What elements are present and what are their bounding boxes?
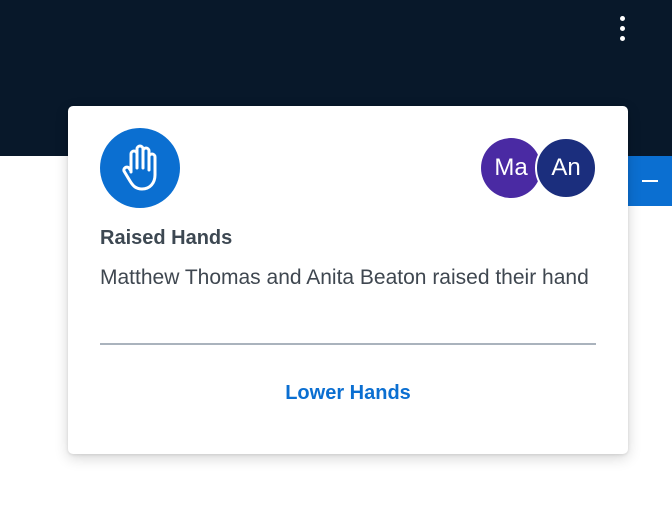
menu-dot: [619, 15, 625, 21]
minimize-tab-button[interactable]: [628, 156, 672, 206]
raised-hands-notification: Ma An Raised Hands Matthew Thomas and An…: [68, 106, 628, 454]
more-vertical-icon[interactable]: [609, 10, 635, 46]
menu-dot: [619, 25, 625, 31]
divider: [100, 343, 596, 345]
avatar-initials: An: [551, 154, 581, 181]
avatar-matthew: Ma: [481, 138, 541, 198]
avatar-anita: An: [535, 137, 597, 199]
menu-dot: [619, 35, 625, 41]
raised-hand-badge: [100, 128, 180, 208]
avatar-initials: Ma: [494, 154, 528, 181]
notification-message: Matthew Thomas and Anita Beaton raised t…: [100, 266, 589, 289]
notification-title: Raised Hands: [100, 227, 233, 249]
lower-hands-button[interactable]: Lower Hands: [100, 382, 596, 405]
minus-icon: [642, 180, 658, 182]
raised-hand-icon: [122, 144, 157, 191]
